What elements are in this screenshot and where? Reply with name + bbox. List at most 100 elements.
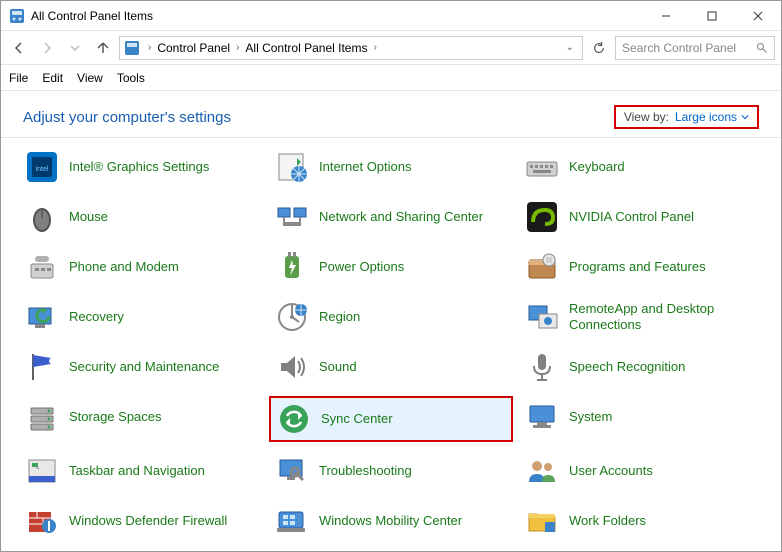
breadcrumb-part2[interactable]: All Control Panel Items xyxy=(245,41,367,55)
address-bar[interactable]: › Control Panel › All Control Panel Item… xyxy=(119,36,583,60)
flag-icon xyxy=(25,350,59,384)
item-label: Network and Sharing Center xyxy=(319,209,483,225)
page-title: Adjust your computer's settings xyxy=(23,109,614,126)
breadcrumb-icon xyxy=(124,40,140,56)
breadcrumb-sep-icon[interactable]: › xyxy=(230,42,245,53)
recovery-icon xyxy=(25,300,59,334)
system-icon xyxy=(525,400,559,434)
refresh-button[interactable] xyxy=(587,36,611,60)
breadcrumb-sep-icon[interactable]: › xyxy=(142,42,157,53)
item-sound[interactable]: Sound xyxy=(269,346,513,388)
item-power-options[interactable]: Power Options xyxy=(269,246,513,288)
item-speech-recognition[interactable]: Speech Recognition xyxy=(519,346,763,388)
item-label: Windows Defender Firewall xyxy=(69,513,227,529)
internet-options-icon xyxy=(275,150,309,184)
menu-view[interactable]: View xyxy=(77,71,103,85)
intel-icon: intel xyxy=(25,150,59,184)
item-label: Work Folders xyxy=(569,513,646,529)
item-mouse[interactable]: Mouse xyxy=(19,196,263,238)
item-nvidia[interactable]: NVIDIA Control Panel xyxy=(519,196,763,238)
item-label: Windows Mobility Center xyxy=(319,513,462,529)
taskbar-icon xyxy=(25,454,59,488)
item-work-folders[interactable]: Work Folders xyxy=(519,500,763,542)
sync-icon xyxy=(277,402,311,436)
svg-text:intel: intel xyxy=(36,166,49,173)
item-region[interactable]: Region xyxy=(269,296,513,338)
back-button[interactable] xyxy=(7,36,31,60)
item-internet-options[interactable]: Internet Options xyxy=(269,146,513,188)
window-title: All Control Panel Items xyxy=(31,9,643,23)
storage-icon xyxy=(25,400,59,434)
item-remoteapp[interactable]: RemoteApp and Desktop Connections xyxy=(519,296,763,338)
item-label: Programs and Features xyxy=(569,259,706,275)
item-system[interactable]: System xyxy=(519,396,763,438)
item-label: RemoteApp and Desktop Connections xyxy=(569,301,739,332)
item-defender-firewall[interactable]: Windows Defender Firewall xyxy=(19,500,263,542)
item-label: Internet Options xyxy=(319,159,412,175)
item-label: Recovery xyxy=(69,309,124,325)
menu-edit[interactable]: Edit xyxy=(42,71,63,85)
power-icon xyxy=(275,250,309,284)
breadcrumb-expand-icon[interactable]: ⌄ xyxy=(566,42,578,53)
item-user-accounts[interactable]: User Accounts xyxy=(519,450,763,492)
item-network-sharing[interactable]: Network and Sharing Center xyxy=(269,196,513,238)
menu-bar: File Edit View Tools xyxy=(1,65,781,91)
item-troubleshooting[interactable]: Troubleshooting xyxy=(269,450,513,492)
item-label: Sync Center xyxy=(321,411,393,427)
menu-tools[interactable]: Tools xyxy=(117,71,145,85)
phone-icon xyxy=(25,250,59,284)
item-label: NVIDIA Control Panel xyxy=(569,209,694,225)
maximize-button[interactable] xyxy=(689,1,735,31)
programs-icon xyxy=(525,250,559,284)
control-panel-icon xyxy=(9,8,25,24)
item-label: Region xyxy=(319,309,360,325)
item-label: Taskbar and Navigation xyxy=(69,463,205,479)
folder-icon xyxy=(525,504,559,538)
item-label: Phone and Modem xyxy=(69,259,179,275)
item-storage-spaces[interactable]: Storage Spaces xyxy=(19,396,263,438)
close-button[interactable] xyxy=(735,1,781,31)
item-programs-features[interactable]: Programs and Features xyxy=(519,246,763,288)
item-keyboard[interactable]: Keyboard xyxy=(519,146,763,188)
mouse-icon xyxy=(25,200,59,234)
item-sync-center[interactable]: Sync Center xyxy=(269,396,513,442)
viewby-value[interactable]: Large icons xyxy=(675,110,749,124)
up-button[interactable] xyxy=(91,36,115,60)
item-taskbar-navigation[interactable]: Taskbar and Navigation xyxy=(19,450,263,492)
viewby-control[interactable]: View by: Large icons xyxy=(614,105,759,129)
item-label: Troubleshooting xyxy=(319,463,412,479)
item-security-maintenance[interactable]: Security and Maintenance xyxy=(19,346,263,388)
history-dropdown[interactable] xyxy=(63,36,87,60)
mobility-icon xyxy=(275,504,309,538)
nav-toolbar: › Control Panel › All Control Panel Item… xyxy=(1,31,781,65)
item-label: Mouse xyxy=(69,209,108,225)
item-label: System xyxy=(569,409,612,425)
minimize-button[interactable] xyxy=(643,1,689,31)
search-input[interactable]: Search Control Panel xyxy=(615,36,775,60)
item-intel-graphics[interactable]: intel Intel® Graphics Settings xyxy=(19,146,263,188)
users-icon xyxy=(525,454,559,488)
divider xyxy=(1,137,781,138)
keyboard-icon xyxy=(525,150,559,184)
item-mobility-center[interactable]: Windows Mobility Center xyxy=(269,500,513,542)
search-icon xyxy=(756,42,768,54)
item-label: Keyboard xyxy=(569,159,625,175)
region-icon xyxy=(275,300,309,334)
remoteapp-icon xyxy=(525,300,559,334)
items-grid: intel Intel® Graphics Settings Internet … xyxy=(1,146,781,542)
item-phone-modem[interactable]: Phone and Modem xyxy=(19,246,263,288)
breadcrumb-part1[interactable]: Control Panel xyxy=(157,41,230,55)
item-recovery[interactable]: Recovery xyxy=(19,296,263,338)
network-icon xyxy=(275,200,309,234)
forward-button[interactable] xyxy=(35,36,59,60)
titlebar: All Control Panel Items xyxy=(1,1,781,31)
menu-file[interactable]: File xyxy=(9,71,28,85)
troubleshooting-icon xyxy=(275,454,309,488)
item-label: Speech Recognition xyxy=(569,359,685,375)
item-label: Power Options xyxy=(319,259,404,275)
item-label: User Accounts xyxy=(569,463,653,479)
breadcrumb-sep-icon[interactable]: › xyxy=(367,42,382,53)
window-buttons xyxy=(643,1,781,31)
nvidia-icon xyxy=(525,200,559,234)
search-placeholder: Search Control Panel xyxy=(622,41,736,55)
